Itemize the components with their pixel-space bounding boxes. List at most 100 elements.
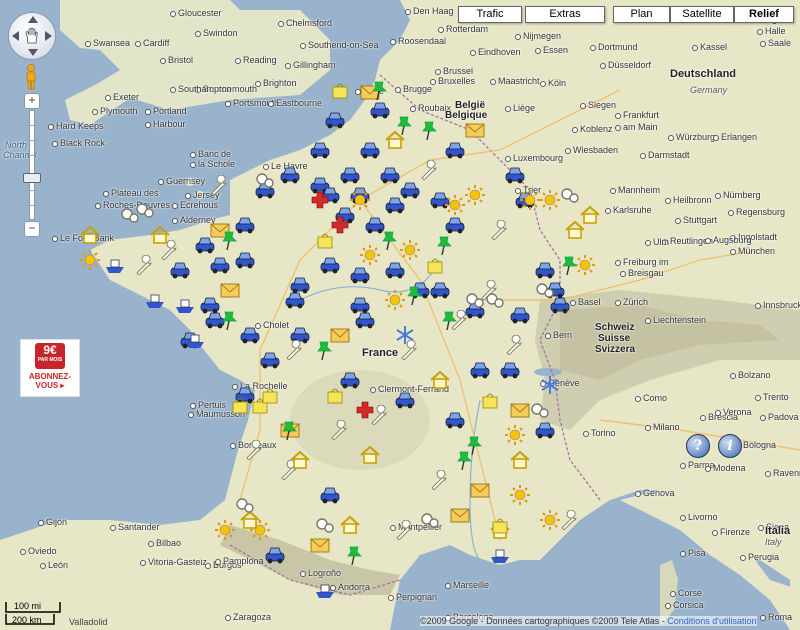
help-icon[interactable]: ? (686, 434, 710, 458)
map-type-plan-button[interactable]: Plan (613, 6, 670, 23)
car-icon[interactable] (429, 280, 451, 300)
envelope-icon[interactable] (309, 535, 331, 555)
pushpin-icon[interactable] (404, 285, 426, 306)
car-icon[interactable] (359, 140, 381, 160)
wrench-icon[interactable] (329, 419, 351, 441)
envelope-icon[interactable] (509, 400, 531, 420)
pushpin-icon[interactable] (314, 340, 336, 361)
wrench-icon[interactable] (489, 219, 511, 241)
gear-icon[interactable] (559, 185, 581, 205)
pushpin-icon[interactable] (394, 115, 416, 136)
car-icon[interactable] (284, 290, 306, 310)
car-icon[interactable] (534, 260, 556, 280)
car-icon[interactable] (499, 360, 521, 380)
car-icon[interactable] (319, 255, 341, 275)
car-icon[interactable] (169, 260, 191, 280)
zoom-slider-track[interactable] (29, 110, 35, 220)
pushpin-icon[interactable] (434, 235, 456, 256)
gear-icon[interactable] (464, 290, 486, 310)
pushpin-icon[interactable] (279, 420, 301, 441)
gear-icon[interactable] (419, 510, 441, 530)
house-icon[interactable] (339, 515, 361, 535)
snowflake-icon[interactable] (539, 375, 561, 395)
map-type-extras-button[interactable]: Extras (525, 6, 605, 23)
gear-icon[interactable] (484, 290, 506, 310)
car-icon[interactable] (369, 100, 391, 120)
map-type-trafic-button[interactable]: Trafic (458, 6, 522, 23)
shopping-bag-icon[interactable] (329, 80, 351, 100)
pushpin-icon[interactable] (454, 450, 476, 471)
sun-icon[interactable] (509, 485, 531, 505)
house-icon[interactable] (509, 450, 531, 470)
map-type-relief-button[interactable]: Relief (734, 6, 794, 23)
pushpin-icon[interactable] (419, 120, 441, 141)
pushpin-icon[interactable] (369, 80, 391, 101)
envelope-icon[interactable] (219, 280, 241, 300)
sun-icon[interactable] (519, 190, 541, 210)
car-icon[interactable] (354, 310, 376, 330)
house-icon[interactable] (359, 445, 381, 465)
car-icon[interactable] (504, 165, 526, 185)
sun-icon[interactable] (349, 190, 371, 210)
pushpin-icon[interactable] (439, 310, 461, 331)
wrench-icon[interactable] (559, 509, 581, 531)
house-icon[interactable] (579, 205, 601, 225)
sun-icon[interactable] (79, 250, 101, 270)
map-type-satellite-button[interactable]: Satellite (670, 6, 734, 23)
car-icon[interactable] (279, 165, 301, 185)
car-icon[interactable] (319, 485, 341, 505)
car-icon[interactable] (259, 350, 281, 370)
envelope-icon[interactable] (464, 120, 486, 140)
car-icon[interactable] (264, 545, 286, 565)
car-icon[interactable] (234, 250, 256, 270)
gear-icon[interactable] (534, 280, 556, 300)
boat-icon[interactable] (104, 255, 126, 275)
wrench-icon[interactable] (284, 339, 306, 361)
wrench-icon[interactable] (429, 469, 451, 491)
sun-icon[interactable] (504, 425, 526, 445)
sun-icon[interactable] (539, 510, 561, 530)
car-icon[interactable] (209, 255, 231, 275)
boat-icon[interactable] (314, 580, 336, 600)
car-icon[interactable] (394, 390, 416, 410)
zoom-in-button[interactable]: + (24, 93, 40, 109)
car-icon[interactable] (339, 165, 361, 185)
shopping-bag-icon[interactable] (259, 385, 281, 405)
wrench-icon[interactable] (209, 174, 231, 196)
pushpin-icon[interactable] (219, 230, 241, 251)
map[interactable]: Gloucester Swansea Cardiff Swindon Bristol Re… (0, 0, 800, 630)
hospital-icon[interactable] (354, 400, 376, 420)
pan-right-arrow-icon[interactable] (45, 31, 52, 41)
gear-icon[interactable] (314, 515, 336, 535)
shopping-bag-icon[interactable] (489, 515, 511, 535)
car-icon[interactable] (239, 325, 261, 345)
car-icon[interactable] (534, 420, 556, 440)
hospital-icon[interactable] (309, 190, 331, 210)
car-icon[interactable] (444, 410, 466, 430)
wrench-icon[interactable] (394, 519, 416, 541)
gear-icon[interactable] (134, 200, 156, 220)
wrench-icon[interactable] (244, 439, 266, 461)
sun-icon[interactable] (384, 290, 406, 310)
sun-icon[interactable] (399, 240, 421, 260)
zoom-slider-thumb[interactable] (23, 173, 41, 183)
shopping-bag-icon[interactable] (314, 230, 336, 250)
shopping-bag-icon[interactable] (479, 390, 501, 410)
envelope-icon[interactable] (469, 480, 491, 500)
car-icon[interactable] (444, 215, 466, 235)
house-icon[interactable] (149, 225, 171, 245)
car-icon[interactable] (384, 260, 406, 280)
pan-up-arrow-icon[interactable] (28, 16, 38, 23)
wrench-icon[interactable] (134, 254, 156, 276)
info-icon[interactable]: i (718, 434, 742, 458)
car-icon[interactable] (324, 110, 346, 130)
car-icon[interactable] (379, 165, 401, 185)
pan-left-arrow-icon[interactable] (12, 31, 19, 41)
shopping-bag-icon[interactable] (229, 395, 251, 415)
street-view-pegman-icon[interactable] (24, 64, 38, 90)
pan-control[interactable] (8, 12, 56, 60)
wrench-icon[interactable] (504, 334, 526, 356)
gear-icon[interactable] (254, 170, 276, 190)
car-icon[interactable] (509, 305, 531, 325)
car-icon[interactable] (309, 140, 331, 160)
